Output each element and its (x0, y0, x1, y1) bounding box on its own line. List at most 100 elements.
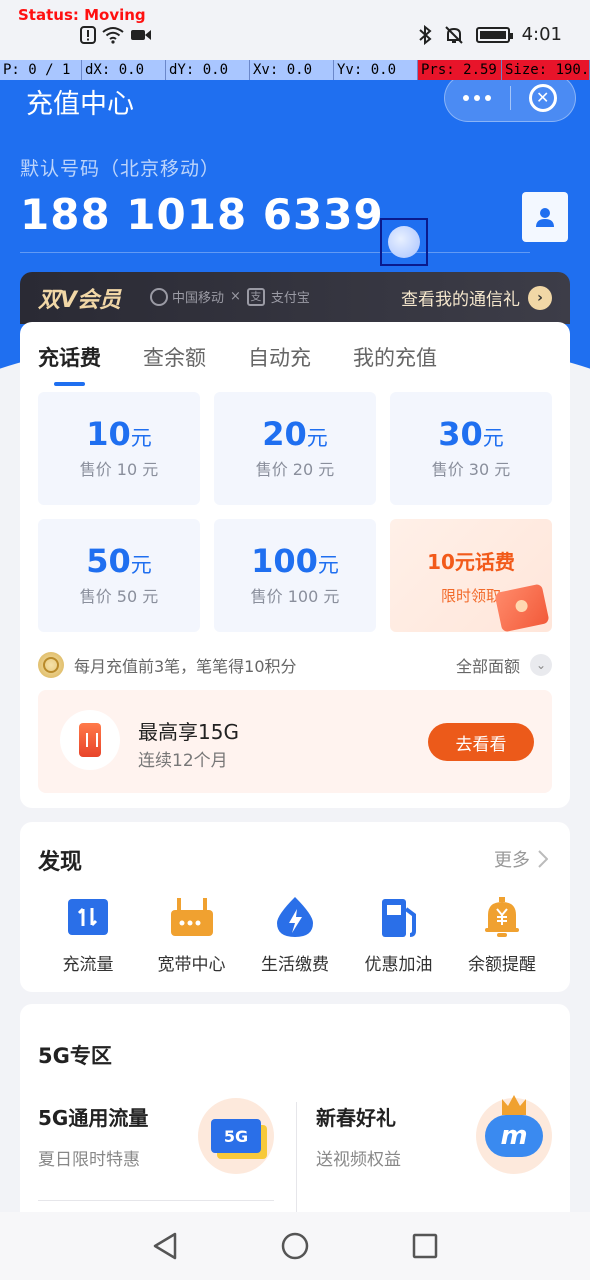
notification-icons (80, 26, 152, 44)
back-button[interactable] (145, 1226, 185, 1266)
5g-zone-title: 5G专区 (38, 1044, 112, 1068)
denomination-amount: 100 (251, 541, 318, 580)
discover-item-label: 优惠加油 (364, 955, 433, 975)
bluetooth-icon (418, 24, 432, 45)
crown-cloud-icon: m (476, 1095, 552, 1174)
points-row: 每月充值前3笔，笔笔得10积分 全部面额 ⌄ (38, 650, 552, 680)
all-denominations-label: 全部面额 (455, 657, 520, 676)
zone-divider (296, 1102, 297, 1212)
home-button[interactable] (275, 1226, 315, 1266)
denomination-unit: 元 (317, 552, 339, 577)
default-number-label: 默认号码（北京移动） (20, 158, 221, 180)
recharge-tabs: 充话费 查余额 自动充 我的充值 (38, 342, 479, 386)
system-navigation-bar (0, 1212, 590, 1280)
denomination-price: 售价 50 元 (79, 587, 159, 607)
denomination-unit: 元 (306, 425, 328, 450)
recents-button[interactable] (405, 1226, 445, 1266)
china-mobile-logo-icon (150, 287, 168, 306)
denomination-amount: 10 (86, 414, 131, 453)
data-transfer-icon (65, 894, 111, 940)
denomination-tile[interactable]: 30元 售价 30 元 (390, 392, 552, 505)
china-mobile-label: 中国移动 (172, 291, 225, 306)
pointer-debug-bar: P: 0 / 1 dX: 0.0 dY: 0.0 Xv: 0.0 Yv: 0.0… (0, 60, 590, 80)
more-options-button[interactable] (445, 80, 510, 122)
vip-title: 双V会员 (38, 288, 122, 313)
vip-partners: 中国移动 × 支 支付宝 (150, 287, 310, 306)
miniapp-capsule: ✕ (444, 80, 576, 122)
vip-gift-link[interactable]: 查看我的通信礼 › (401, 285, 552, 310)
alipay-label: 支付宝 (270, 291, 310, 306)
status-bar: Status: Moving 4:01 (0, 0, 590, 60)
recents-square-icon (412, 1233, 438, 1259)
discover-item-fuel[interactable]: 优惠加油 (349, 894, 449, 975)
mute-bell-icon (444, 25, 463, 44)
offer-subtitle: 连续12个月 (138, 751, 228, 771)
pointer-pressure: Prs: 2.59 (418, 60, 502, 80)
denomination-price: 售价 30 元 (431, 460, 511, 480)
vip-banner[interactable]: 双V会员 中国移动 × 支 支付宝 查看我的通信礼 › (20, 272, 570, 324)
contacts-button[interactable] (522, 192, 568, 242)
chevron-right-icon: › (528, 285, 552, 310)
5g-zone: 5G专区 5G通用流量 夏日限时特惠 5G 新春好礼 送视频权益 m (20, 1004, 570, 1234)
recharge-card: 充话费 查余额 自动充 我的充值 10元 售价 10 元 20元 售价 20 元… (20, 322, 570, 808)
tab-my-recharges[interactable]: 我的充值 (353, 342, 437, 372)
back-triangle-icon (153, 1232, 177, 1260)
denomination-unit: 元 (130, 425, 152, 450)
denomination-amount: 50 (86, 541, 131, 580)
all-denominations-toggle[interactable]: 全部面额 ⌄ (456, 653, 552, 677)
video-camera-icon (131, 30, 151, 40)
denomination-price: 售价 20 元 (255, 460, 335, 480)
alipay-logo-icon: 支 (246, 287, 265, 306)
points-coin-icon (38, 652, 64, 678)
discover-more-label: 更多 (494, 850, 530, 871)
close-miniapp-button[interactable]: ✕ (511, 84, 576, 112)
discover-title: 发现 (38, 850, 83, 875)
denomination-amount: 30 (438, 414, 483, 453)
pointer-dx: dX: 0.0 (82, 60, 166, 80)
tab-balance[interactable]: 查余额 (143, 342, 206, 372)
discover-more-link[interactable]: 更多 (494, 846, 548, 872)
offer-title: 最高享15G (138, 720, 239, 744)
phone-number-input[interactable]: 188 1018 6339 (20, 190, 384, 239)
pointer-size: Size: 190.50 (502, 60, 590, 80)
tab-top-up[interactable]: 充话费 (38, 342, 101, 386)
alert-icon (80, 26, 96, 44)
discover-items: 充流量 宽带中心 生活缴费 优惠加油 余额提醒 (38, 894, 552, 975)
lightning-drop-icon (272, 894, 318, 940)
denomination-tile[interactable]: 50元 售价 50 元 (38, 519, 200, 632)
fuel-pump-icon (376, 894, 422, 940)
pointer-yv: Yv: 0.0 (334, 60, 418, 80)
discover-item-label: 余额提醒 (468, 955, 536, 975)
chevron-right-icon (538, 850, 548, 868)
promo-coupon-tile[interactable]: 10元话费 限时领取 (390, 519, 552, 632)
denomination-grid: 10元 售价 10 元 20元 售价 20 元 30元 售价 30 元 50元 … (38, 392, 552, 632)
page-title: 充值中心 (26, 89, 134, 120)
denomination-tile[interactable]: 20元 售价 20 元 (214, 392, 376, 505)
pointer-dy: dY: 0.0 (166, 60, 250, 80)
discover-item-balance-alert[interactable]: 余额提醒 (452, 894, 552, 975)
debug-status-text: Status: Moving (18, 6, 146, 24)
view-offer-button[interactable]: 去看看 (428, 723, 534, 761)
discover-item-bills[interactable]: 生活缴费 (245, 894, 345, 975)
promo-subtitle: 限时领取 (440, 586, 501, 605)
close-icon: ✕ (528, 84, 557, 112)
red-envelope-icon (494, 583, 550, 632)
zone-hline (38, 1200, 274, 1201)
denomination-tile[interactable]: 10元 售价 10 元 (38, 392, 200, 505)
promo-title: 10元话费 (427, 549, 515, 574)
vip-link-label: 查看我的通信礼 (401, 290, 520, 310)
data-offer-banner[interactable]: 最高享15G 连续12个月 去看看 (38, 690, 552, 793)
discover-item-broadband[interactable]: 宽带中心 (142, 894, 242, 975)
denomination-price: 售价 10 元 (79, 460, 159, 480)
battery-icon (475, 26, 513, 43)
pointer-xv: Xv: 0.0 (250, 60, 334, 80)
home-circle-icon (281, 1232, 309, 1260)
touch-indicator (380, 218, 428, 266)
denomination-price: 售价 100 元 (250, 587, 340, 607)
tab-auto-recharge[interactable]: 自动充 (248, 342, 311, 372)
discover-item-data[interactable]: 充流量 (38, 894, 138, 975)
system-indicators: 4:01 (418, 24, 562, 45)
denomination-tile[interactable]: 100元 售价 100 元 (214, 519, 376, 632)
discover-item-label: 充流量 (62, 955, 114, 975)
contact-person-icon (536, 208, 554, 227)
